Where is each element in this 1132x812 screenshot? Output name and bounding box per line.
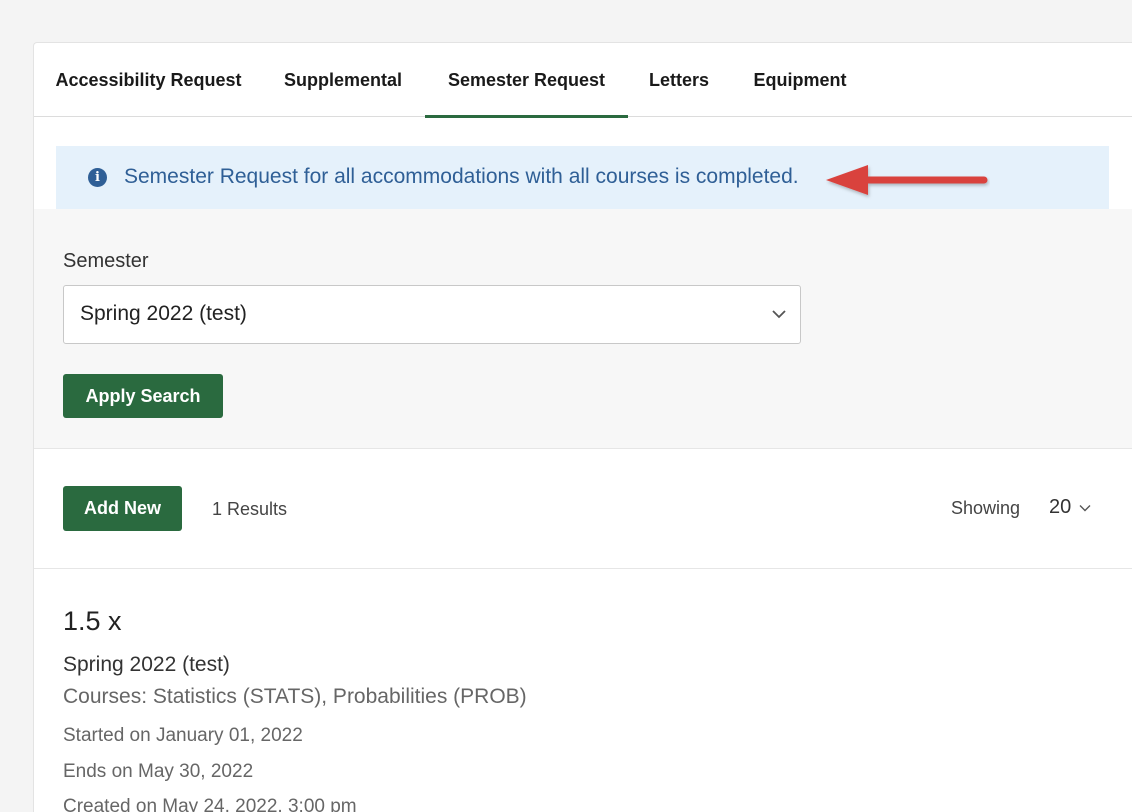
results-count: 1 Results	[212, 499, 288, 519]
alert-message: Semester Request for all accommodations …	[124, 165, 799, 188]
request-end-date: Ends on May 30, 2022	[63, 761, 254, 782]
semester-label: Semester	[63, 250, 149, 272]
per-page-select[interactable]: 20	[1049, 496, 1091, 519]
info-icon: i	[88, 168, 107, 187]
request-start-date: Started on January 01, 2022	[63, 725, 303, 746]
tab-letters[interactable]: Letters	[635, 43, 723, 117]
request-created-date: Created on May 24, 2022, 3:00 pm	[63, 796, 357, 812]
showing-label: Showing	[951, 498, 1021, 518]
tab-bar: Accessibility Request Supplemental Semes…	[34, 43, 1132, 118]
semester-select[interactable]: Spring 2022 (test)	[63, 285, 801, 344]
per-page-value: 20	[1049, 496, 1072, 518]
apply-search-button[interactable]: Apply Search	[63, 374, 223, 418]
tab-accessibility-request[interactable]: Accessibility Request	[34, 43, 263, 117]
annotation-arrow-icon	[826, 165, 988, 195]
request-semester: Spring 2022 (test)	[63, 653, 230, 676]
request-courses: Courses: Statistics (STATS), Probabiliti…	[63, 685, 527, 708]
results-toolbar: Add New 1 Results Showing 20	[34, 449, 1132, 569]
filter-panel: Semester Spring 2022 (test) Apply Search	[34, 209, 1132, 449]
tab-equipment[interactable]: Equipment	[741, 43, 859, 117]
chevron-down-icon	[772, 310, 786, 319]
semester-select-value: Spring 2022 (test)	[80, 302, 247, 325]
chevron-down-icon	[1079, 504, 1091, 511]
tab-supplemental[interactable]: Supplemental	[263, 43, 423, 117]
add-new-button[interactable]: Add New	[63, 486, 182, 531]
semester-request-card: Accessibility Request Supplemental Semes…	[33, 42, 1132, 812]
request-title: 1.5 x	[63, 606, 122, 636]
tab-semester-request[interactable]: Semester Request	[425, 43, 628, 118]
